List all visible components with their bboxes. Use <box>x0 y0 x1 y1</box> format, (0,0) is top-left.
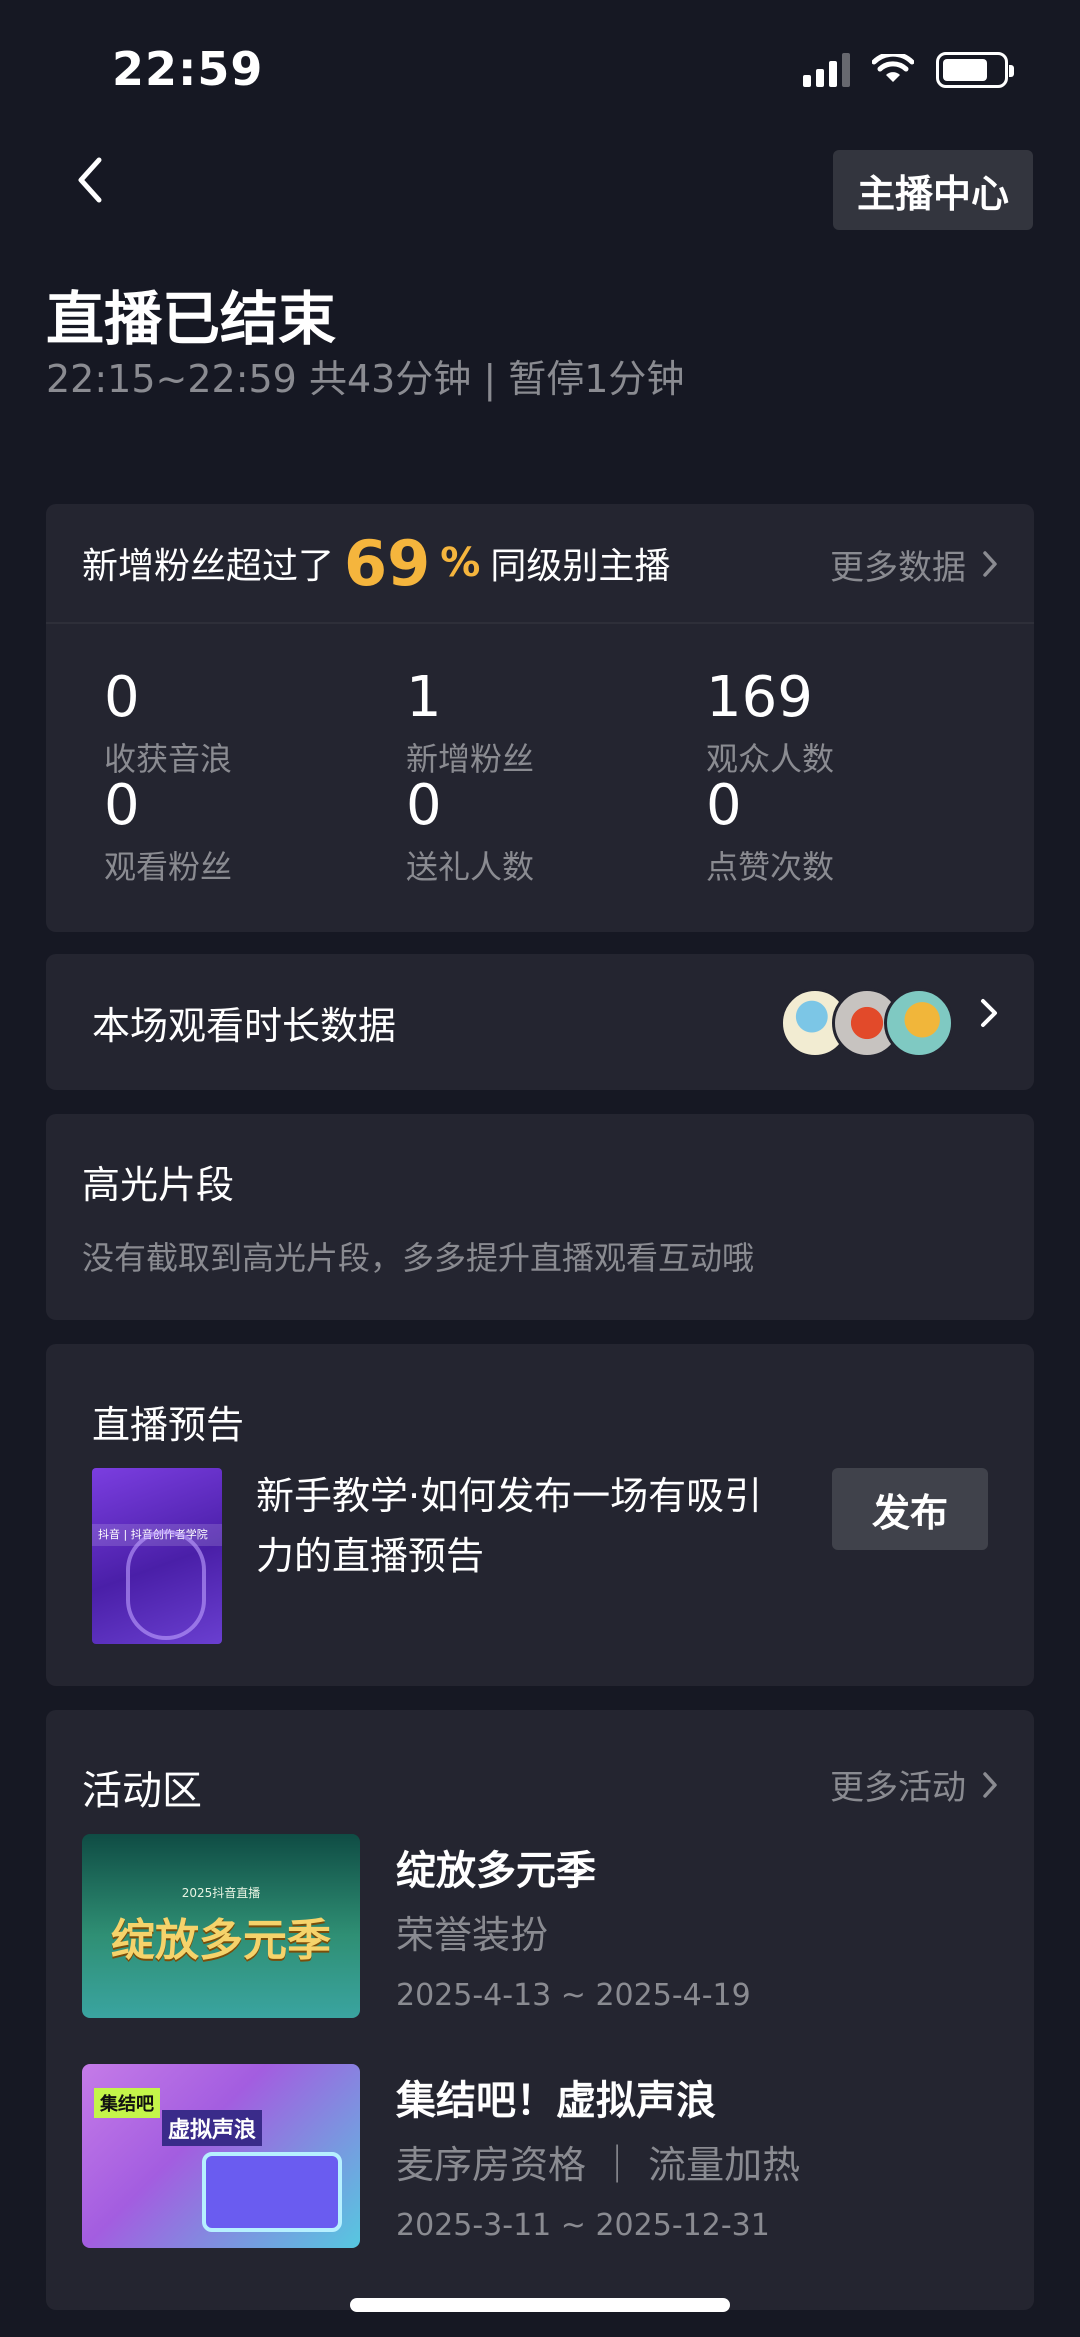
stat-value: 0 <box>406 773 442 838</box>
stat-label: 观看粉丝 <box>104 848 233 886</box>
stat-value: 1 <box>406 665 442 730</box>
more-activity-link[interactable]: 更多活动 <box>830 1760 998 1809</box>
stat-item: 1 新增粉丝 <box>406 668 534 780</box>
watch-duration-title: 本场观看时长数据 <box>92 1003 397 1048</box>
activity-tag: 荣誉装扮 <box>396 1913 549 1957</box>
chevron-right-icon <box>983 551 997 577</box>
wifi-icon <box>872 54 914 82</box>
more-data-label: 更多数据 <box>830 547 966 588</box>
cellular-signal-icon <box>803 53 850 87</box>
highlight-title: 高光片段 <box>82 1163 235 1207</box>
activity-thumb-subtitle: 集结吧 <box>94 2088 160 2118</box>
fan-growth-suffix: 同级别主播 <box>490 546 671 587</box>
live-duration-subtitle: 22:15~22:59 共43分钟 | 暂停1分钟 <box>46 357 685 401</box>
activity-date: 2025-4-13 ~ 2025-4-19 <box>396 1978 751 2013</box>
decorative-shape <box>126 1530 206 1640</box>
fan-growth-percent-sign: % <box>440 540 481 586</box>
highlight-description: 没有截取到高光片段，多多提升直播观看互动哦 <box>82 1239 755 1277</box>
live-preview-card: 直播预告 抖音 | 抖音创作者学院 新手教学·如何发布一场有吸引力的直播预告 发… <box>46 1344 1034 1686</box>
stat-label: 点赞次数 <box>706 848 835 886</box>
activity-zone-title: 活动区 <box>82 1768 202 1814</box>
fan-growth-percent: 69 <box>344 526 431 600</box>
decorative-shape <box>202 2152 342 2232</box>
status-time: 22:59 <box>112 42 264 96</box>
activity-name[interactable]: 绽放多元季 <box>396 1838 596 1896</box>
avatar <box>884 988 954 1058</box>
activity-date: 2025-3-11 ~ 2025-12-31 <box>396 2208 770 2243</box>
live-preview-title: 直播预告 <box>92 1403 245 1447</box>
fan-growth-banner: 新增粉丝超过了 69 % 同级别主播 更多数据 <box>46 504 1034 624</box>
live-ended-screen: 22:59 主播中心 直播已结束 22:15~22:59 共43分钟 | 暂停1… <box>0 0 1080 2337</box>
home-indicator[interactable] <box>350 2298 730 2312</box>
activity-thumbnail[interactable]: 集结吧 虚拟声浪 <box>82 2064 360 2248</box>
stat-value: 169 <box>706 665 813 730</box>
stat-item: 169 观众人数 <box>706 668 834 780</box>
activity-thumb-subtitle: 2025抖音直播 <box>181 1886 261 1900</box>
stat-item: 0 送礼人数 <box>406 776 534 888</box>
viewer-avatars <box>780 988 954 1058</box>
publish-button[interactable]: 发布 <box>832 1468 988 1550</box>
activity-tag: 麦序房资格 ｜ 流量加热 <box>396 2143 801 2187</box>
stat-value: 0 <box>706 773 742 838</box>
host-center-button[interactable]: 主播中心 <box>833 150 1033 230</box>
chevron-right-icon <box>983 1771 997 1798</box>
stat-item: 0 收获音浪 <box>104 668 232 780</box>
watch-duration-row[interactable]: 本场观看时长数据 <box>46 954 1034 1090</box>
fan-growth-prefix: 新增粉丝超过了 <box>82 546 335 587</box>
back-button[interactable] <box>70 150 110 210</box>
stat-value: 0 <box>104 665 140 730</box>
activity-thumb-title: 虚拟声浪 <box>162 2110 263 2146</box>
stat-value: 0 <box>104 773 140 838</box>
status-icons <box>803 52 1014 88</box>
preview-thumbnail[interactable]: 抖音 | 抖音创作者学院 <box>92 1468 222 1644</box>
activity-zone-card: 活动区 更多活动 2025抖音直播 绽放多元季 绽放多元季 荣誉装扮 2025-… <box>46 1710 1034 2310</box>
stat-item: 0 点赞次数 <box>706 776 834 888</box>
stat-item: 0 观看粉丝 <box>104 776 232 888</box>
preview-tutorial-text[interactable]: 新手教学·如何发布一场有吸引力的直播预告 <box>256 1466 796 1586</box>
page-title: 直播已结束 <box>46 285 337 353</box>
chevron-right-icon <box>981 999 997 1027</box>
highlight-clips-card: 高光片段 没有截取到高光片段，多多提升直播观看互动哦 <box>46 1114 1034 1320</box>
chevron-left-icon <box>78 157 102 203</box>
more-data-link[interactable]: 更多数据 <box>830 504 998 624</box>
stat-label: 送礼人数 <box>406 848 535 886</box>
activity-name[interactable]: 集结吧！虚拟声浪 <box>396 2068 716 2126</box>
more-activity-label: 更多活动 <box>830 1768 966 1808</box>
activity-thumbnail[interactable]: 2025抖音直播 绽放多元季 <box>82 1834 360 2018</box>
live-stats-card: 新增粉丝超过了 69 % 同级别主播 更多数据 0 收获音浪 1 新增粉丝 16… <box>46 504 1034 932</box>
battery-icon <box>936 52 1014 88</box>
activity-thumb-title: 绽放多元季 <box>111 1915 331 1966</box>
